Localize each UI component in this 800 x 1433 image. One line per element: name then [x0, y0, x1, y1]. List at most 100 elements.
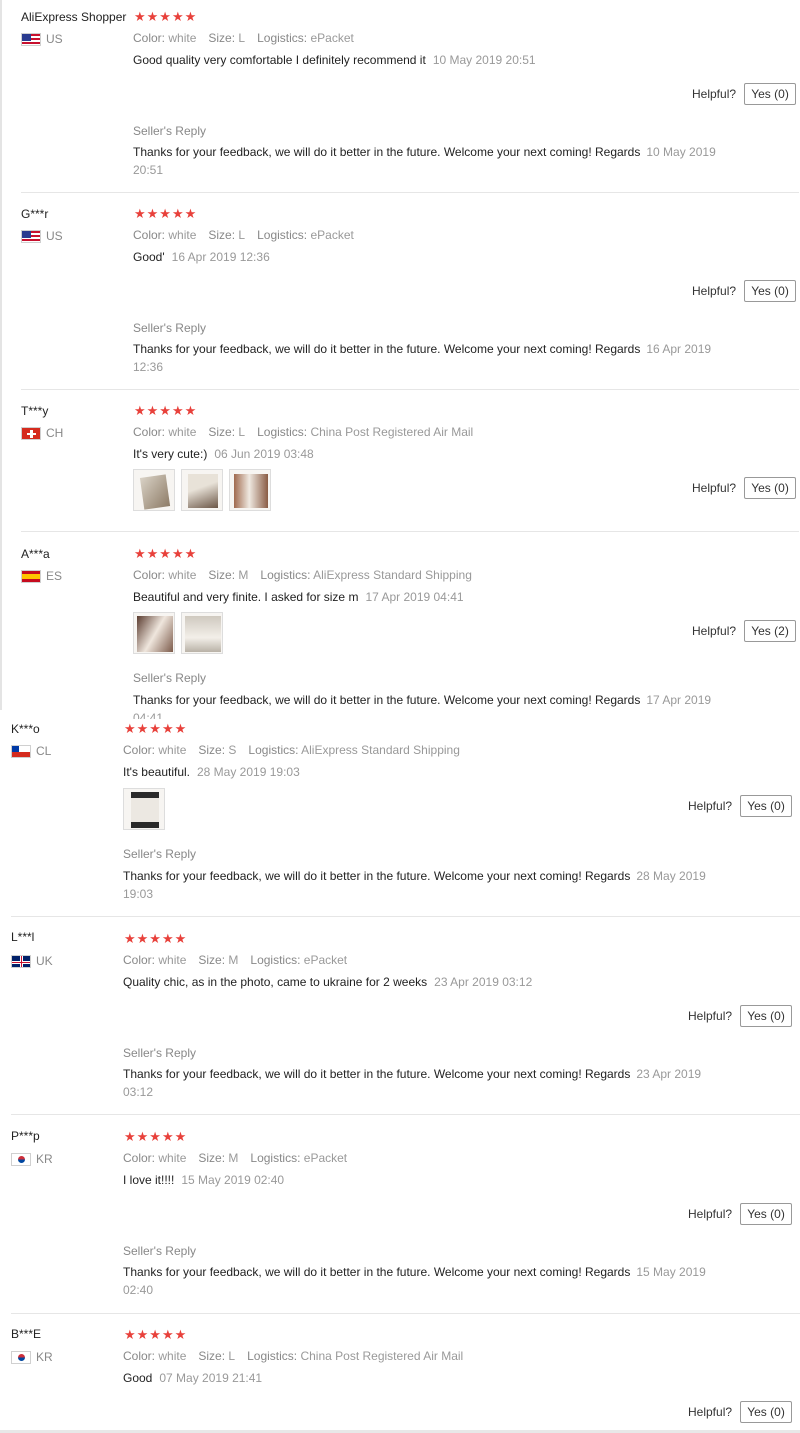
- us-flag-icon: [21, 229, 41, 243]
- review-photo[interactable]: [229, 469, 271, 511]
- review-text-line: Quality chic, as in the photo, came to u…: [123, 975, 532, 989]
- review-photos: [123, 788, 165, 830]
- cl-flag-icon: [11, 744, 31, 758]
- reviewer-name: T***y: [21, 404, 49, 418]
- country-code: US: [46, 32, 63, 46]
- color-label: Color:: [133, 425, 166, 439]
- helpful-label: Helpful?: [688, 1009, 733, 1023]
- helpful-box: Helpful? Yes (0): [688, 1005, 793, 1027]
- logistics-label: Logistics:: [248, 743, 299, 757]
- country-code: CH: [46, 426, 64, 440]
- helpful-yes-button[interactable]: Yes (0): [744, 477, 797, 499]
- review-text: Good quality very comfortable I definite…: [133, 53, 426, 67]
- helpful-yes-button[interactable]: Yes (2): [744, 620, 797, 642]
- reviewer-name: AliExpress Shopper: [21, 10, 127, 24]
- seller-reply-title: Seller's Reply: [123, 847, 196, 861]
- size-value: M: [228, 953, 239, 967]
- logistics-value: AliExpress Standard Shipping: [301, 743, 460, 757]
- helpful-label: Helpful?: [688, 1207, 733, 1221]
- seller-reply-title: Seller's Reply: [123, 1046, 196, 1060]
- seller-reply-title: Seller's Reply: [123, 1244, 196, 1258]
- helpful-box: Helpful? Yes (0): [688, 1401, 793, 1423]
- reviewer-name: B***E: [11, 1327, 42, 1341]
- logistics-label: Logistics:: [257, 228, 308, 242]
- es-flag-icon: [21, 569, 41, 583]
- reviewer-country: CL: [11, 744, 51, 758]
- helpful-yes-button[interactable]: Yes (0): [740, 1203, 793, 1225]
- color-value: white: [168, 568, 197, 582]
- size-value: L: [238, 31, 246, 45]
- helpful-yes-button[interactable]: Yes (0): [740, 1005, 793, 1027]
- star-rating: ★★★★★: [134, 206, 198, 221]
- reviewer-country: ES: [21, 569, 62, 583]
- color-value: white: [168, 31, 197, 45]
- review-photo[interactable]: [181, 612, 223, 654]
- country-code: KR: [36, 1152, 53, 1166]
- review-divider: [11, 1114, 800, 1115]
- star-rating: ★★★★★: [134, 546, 198, 561]
- review-text-line: Good quality very comfortable I definite…: [133, 53, 536, 67]
- logistics-label: Logistics:: [257, 425, 308, 439]
- star-rating: ★★★★★: [124, 931, 188, 946]
- review-divider: [21, 531, 799, 532]
- helpful-yes-button[interactable]: Yes (0): [740, 1401, 793, 1423]
- review-divider: [21, 389, 799, 390]
- review-divider: [11, 916, 800, 917]
- review-date: 28 May 2019 19:03: [197, 765, 300, 779]
- country-code: ES: [46, 569, 63, 583]
- helpful-label: Helpful?: [692, 624, 737, 638]
- left-border: [0, 0, 2, 710]
- size-label: Size:: [208, 425, 236, 439]
- reviewer-name: L***l: [11, 930, 35, 944]
- country-code: US: [46, 229, 63, 243]
- size-label: Size:: [198, 1151, 226, 1165]
- review-photo[interactable]: [133, 469, 175, 511]
- size-label: Size:: [208, 31, 236, 45]
- review-text: Good': [133, 250, 165, 264]
- review-photo[interactable]: [123, 788, 165, 830]
- color-label: Color:: [133, 568, 166, 582]
- review-photo[interactable]: [181, 469, 223, 511]
- helpful-yes-button[interactable]: Yes (0): [744, 280, 797, 302]
- review-photo[interactable]: [133, 612, 175, 654]
- reviewer-country: US: [21, 32, 63, 46]
- reviewer-name: G***r: [21, 207, 49, 221]
- helpful-box: Helpful? Yes (0): [692, 83, 797, 105]
- review-date: 15 May 2019 02:40: [181, 1173, 285, 1187]
- seller-reply-text: Thanks for your feedback, we will do it …: [123, 867, 723, 903]
- size-value: L: [228, 1349, 236, 1363]
- logistics-label: Logistics:: [250, 953, 301, 967]
- logistics-label: Logistics:: [250, 1151, 301, 1165]
- review-date: 06 Jun 2019 03:48: [214, 447, 314, 461]
- seller-reply-title: Seller's Reply: [133, 321, 206, 335]
- seller-reply-body: Thanks for your feedback, we will do it …: [123, 1067, 631, 1081]
- reviewer-country: UK: [11, 954, 53, 968]
- review-attributes: Color: white Size: L Logistics: China Post…: [133, 425, 473, 439]
- country-code: KR: [36, 1350, 53, 1364]
- helpful-yes-button[interactable]: Yes (0): [744, 83, 797, 105]
- helpful-box: Helpful? Yes (2): [692, 620, 797, 642]
- seller-reply-body: Thanks for your feedback, we will do it …: [123, 1265, 631, 1279]
- review-text: It's beautiful.: [123, 765, 190, 779]
- helpful-yes-button[interactable]: Yes (0): [740, 795, 793, 817]
- review-date: 07 May 2019 21:41: [159, 1371, 263, 1385]
- size-label: Size:: [198, 953, 226, 967]
- seller-reply-text: Thanks for your feedback, we will do it …: [133, 143, 733, 179]
- color-label: Color:: [123, 953, 156, 967]
- logistics-value: AliExpress Standard Shipping: [313, 568, 472, 582]
- seller-reply-body: Thanks for your feedback, we will do it …: [123, 869, 631, 883]
- country-code: CL: [36, 744, 52, 758]
- seller-reply-text: Thanks for your feedback, we will do it …: [133, 340, 733, 376]
- star-rating: ★★★★★: [124, 1129, 188, 1144]
- reviewer-name: K***o: [11, 722, 40, 736]
- review-date: 23 Apr 2019 03:12: [434, 975, 533, 989]
- review-divider: [11, 1313, 800, 1314]
- size-label: Size:: [198, 743, 226, 757]
- review-text-line: Good' 16 Apr 2019 12:36: [133, 250, 270, 264]
- review-divider: [21, 192, 799, 193]
- color-label: Color:: [133, 228, 166, 242]
- helpful-box: Helpful? Yes (0): [688, 1203, 793, 1225]
- color-value: white: [168, 425, 197, 439]
- color-label: Color:: [123, 1151, 156, 1165]
- review-attributes: Color: white Size: L Logistics: ePacket: [133, 228, 354, 242]
